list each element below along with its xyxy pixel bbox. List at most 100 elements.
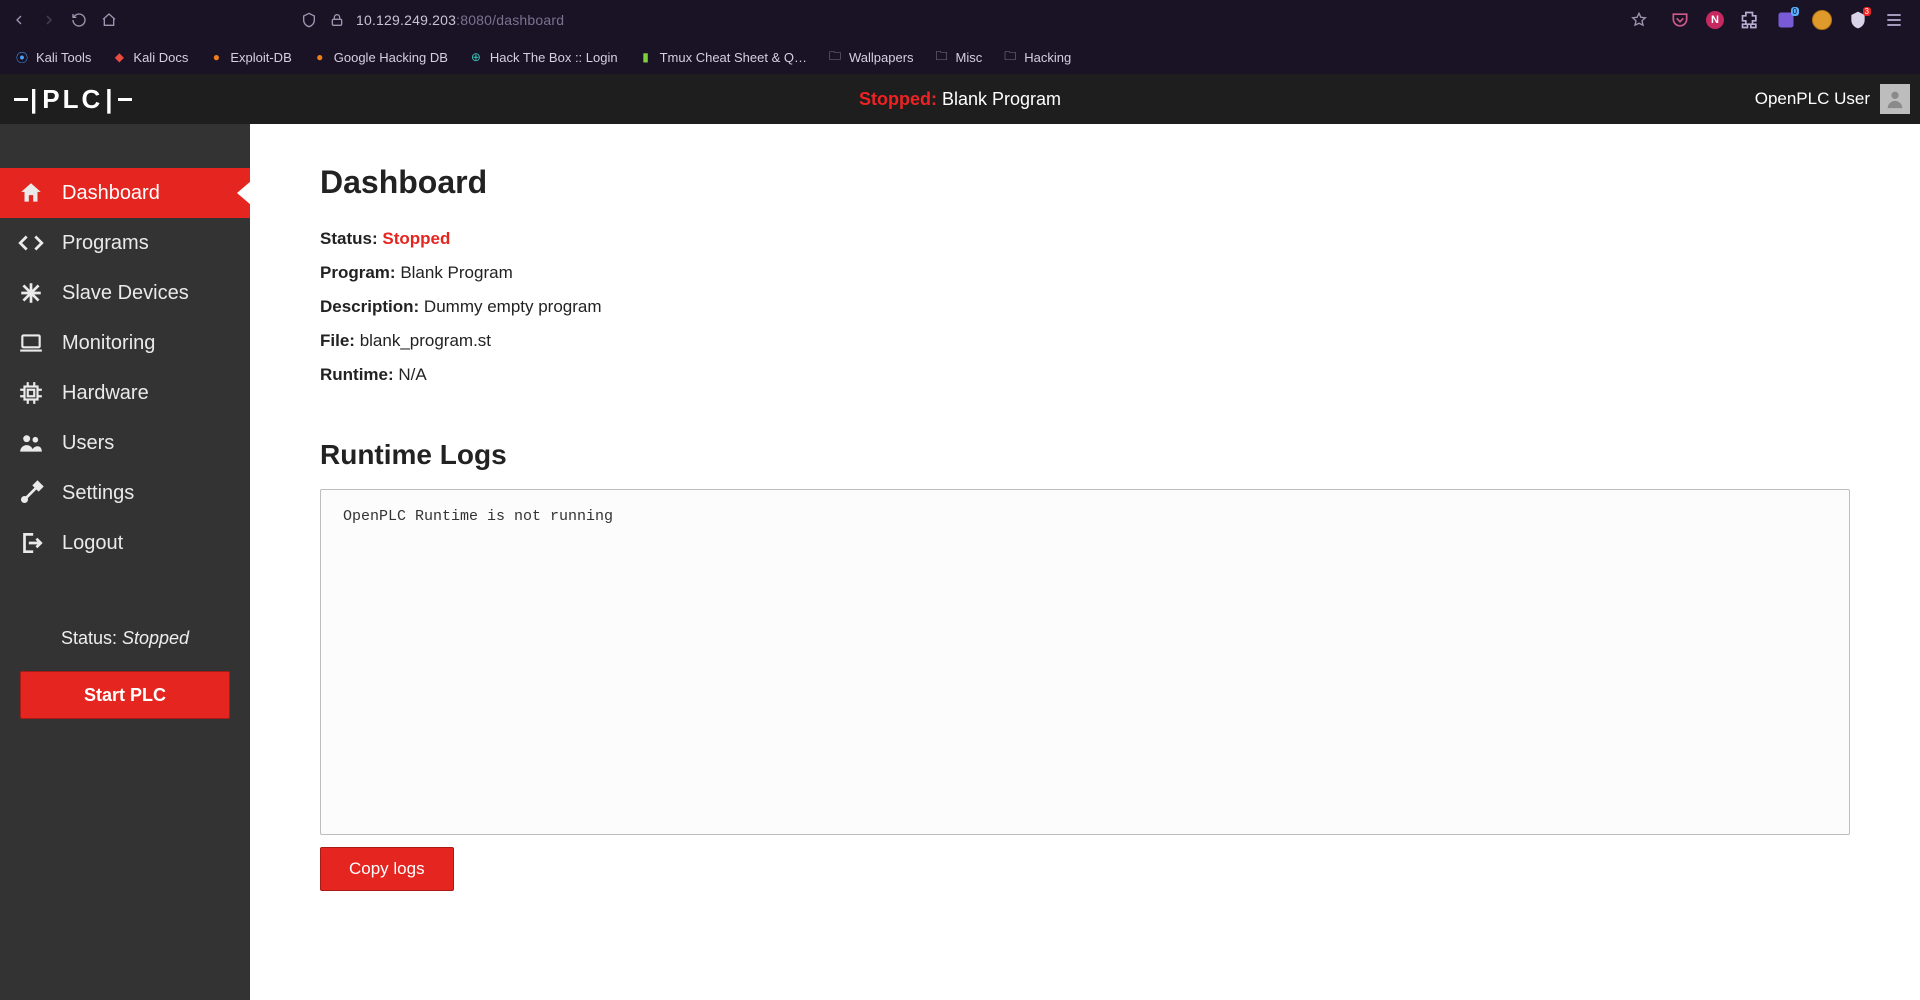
header-user[interactable]: OpenPLC User (1755, 84, 1920, 114)
header-status: Stopped: Blank Program (859, 89, 1061, 110)
app-header: |PLC| Stopped: Blank Program OpenPLC Use… (0, 74, 1920, 124)
home-icon (18, 180, 44, 206)
sidebar-item-users[interactable]: Users (0, 418, 250, 468)
bookmark-label: Kali Docs (133, 50, 188, 65)
sidebar-item-label: Hardware (62, 382, 149, 405)
sidebar-item-label: Logout (62, 532, 123, 555)
badge-alert: 3 (1863, 7, 1871, 16)
bookmark-label: Misc (956, 50, 983, 65)
browser-chrome: 10.129.249.203:8080/dashboard N 0 3 (0, 0, 1920, 74)
shield-icon[interactable] (300, 11, 318, 29)
logo-text: PLC (42, 84, 103, 115)
nav-forward-icon[interactable] (40, 11, 58, 29)
bookmark-item[interactable]: ●Google Hacking DB (312, 49, 448, 65)
url-port: :8080 (456, 12, 492, 28)
bookmark-favicon: 🗀 (1002, 49, 1018, 65)
asterisk-icon (18, 280, 44, 306)
hamburger-menu-icon[interactable] (1884, 10, 1904, 30)
code-icon (18, 230, 44, 256)
sidebar-item-label: Programs (62, 232, 149, 255)
bookmark-favicon: ● (208, 49, 224, 65)
bookmark-star-icon[interactable] (1630, 11, 1648, 29)
sidebar-item-settings[interactable]: Settings (0, 468, 250, 518)
description-label: Description: (320, 297, 419, 316)
bookmark-item[interactable]: ◆ Kali Docs (111, 49, 188, 65)
extension-foxy-icon[interactable]: 0 (1776, 10, 1796, 30)
laptop-icon (18, 330, 44, 356)
nav-reload-icon[interactable] (70, 11, 88, 29)
settings-icon (18, 480, 44, 506)
nav-back-icon[interactable] (10, 11, 28, 29)
header-program-name: Blank Program (942, 89, 1061, 109)
start-plc-button[interactable]: Start PLC (20, 671, 230, 719)
copy-logs-button[interactable]: Copy logs (320, 847, 454, 891)
sidebar-item-logout[interactable]: Logout (0, 518, 250, 568)
sidebar-item-monitoring[interactable]: Monitoring (0, 318, 250, 368)
sidebar-item-hardware[interactable]: Hardware (0, 368, 250, 418)
bookmark-favicon: ⊕ (468, 49, 484, 65)
app-logo[interactable]: |PLC| (0, 84, 132, 115)
bookmark-favicon: 🗀 (827, 49, 843, 65)
extensions-icon[interactable] (1740, 10, 1760, 30)
sidebar-item-label: Dashboard (62, 182, 160, 205)
address-text: 10.129.249.203:8080/dashboard (356, 12, 564, 28)
sidebar-item-dashboard[interactable]: Dashboard (0, 168, 250, 218)
users-icon (18, 430, 44, 456)
sidebar: Dashboard Programs Slave Devices Monitoring… (0, 124, 250, 1000)
bookmark-item[interactable]: 🗀Wallpapers (827, 49, 914, 65)
runtime-logs-box[interactable]: OpenPLC Runtime is not running (320, 489, 1850, 835)
nav-home-icon[interactable] (100, 11, 118, 29)
page-title: Dashboard (320, 164, 1850, 201)
header-status-word: Stopped: (859, 89, 937, 109)
bookmark-favicon: ◆ (111, 49, 127, 65)
bookmark-item[interactable]: ⦿ Kali Tools (14, 49, 91, 65)
runtime-logs-title: Runtime Logs (320, 439, 1850, 471)
row-file: File: blank_program.st (320, 331, 1850, 351)
sidebar-item-slave-devices[interactable]: Slave Devices (0, 268, 250, 318)
sidebar-status: Status: Stopped (0, 628, 250, 649)
bookmark-item[interactable]: 🗀 Misc (934, 49, 983, 65)
app-body: Dashboard Programs Slave Devices Monitoring… (0, 124, 1920, 1000)
bookmark-item[interactable]: 🗀 Hacking (1002, 49, 1071, 65)
pocket-icon[interactable] (1670, 10, 1690, 30)
sidebar-status-prefix: Status: (61, 628, 122, 648)
bookmark-favicon: ⦿ (14, 49, 30, 65)
file-value: blank_program.st (360, 331, 491, 350)
row-status: Status: Stopped (320, 229, 1850, 249)
program-label: Program: (320, 263, 396, 282)
row-program: Program: Blank Program (320, 263, 1850, 283)
runtime-value: N/A (398, 365, 426, 384)
bookmark-item[interactable]: ▮Tmux Cheat Sheet & Q… (638, 49, 807, 65)
bookmark-item[interactable]: ⊕Hack The Box :: Login (468, 49, 618, 65)
bookmark-label: Hacking (1024, 50, 1071, 65)
extension-shield-icon[interactable]: 3 (1848, 10, 1868, 30)
avatar-icon[interactable] (1880, 84, 1910, 114)
sidebar-item-label: Users (62, 432, 114, 455)
url-path: /dashboard (492, 12, 564, 28)
status-label: Status: (320, 229, 378, 248)
badge-count: 0 (1791, 7, 1799, 16)
browser-nav-bar: 10.129.249.203:8080/dashboard N 0 3 (0, 0, 1920, 40)
sidebar-item-label: Monitoring (62, 332, 155, 355)
bookmark-favicon: ● (312, 49, 328, 65)
lock-icon[interactable] (328, 11, 346, 29)
address-bar[interactable]: 10.129.249.203:8080/dashboard (130, 5, 1658, 35)
url-host: 10.129.249.203 (356, 12, 456, 28)
row-description: Description: Dummy empty program (320, 297, 1850, 317)
extension-n-icon[interactable]: N (1706, 11, 1724, 29)
bookmark-item[interactable]: ● Exploit-DB (208, 49, 291, 65)
file-label: File: (320, 331, 355, 350)
sidebar-status-value: Stopped (122, 628, 189, 648)
bookmark-favicon: 🗀 (934, 49, 950, 65)
extension-circle-icon[interactable] (1812, 10, 1832, 30)
runtime-label: Runtime: (320, 365, 394, 384)
program-value: Blank Program (400, 263, 512, 282)
status-value: Stopped (382, 229, 450, 248)
sidebar-item-label: Slave Devices (62, 282, 189, 305)
bookmark-label: Exploit-DB (230, 50, 291, 65)
chip-icon (18, 380, 44, 406)
bookmark-favicon: ▮ (638, 49, 654, 65)
description-value: Dummy empty program (424, 297, 602, 316)
bookmark-label: Kali Tools (36, 50, 91, 65)
sidebar-item-programs[interactable]: Programs (0, 218, 250, 268)
